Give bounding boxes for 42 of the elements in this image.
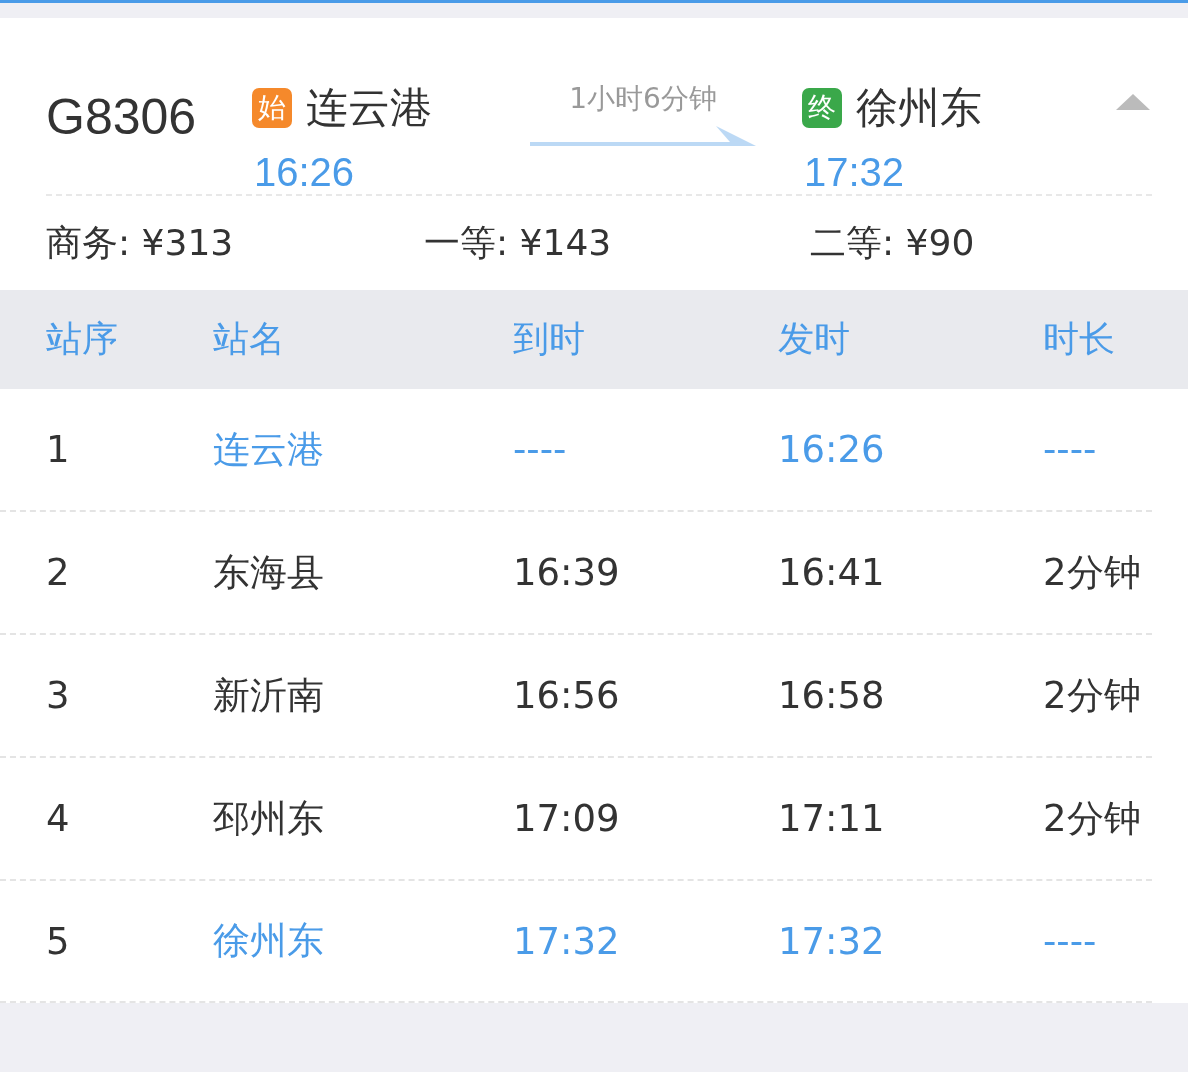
table-cell-text: 邳州东 <box>213 795 324 842</box>
time: 17:32 <box>804 150 906 195</box>
table-cell: 17:32 <box>513 919 620 963</box>
table-cell-text: 2分钟 <box>1043 672 1141 719</box>
column-header: 到时 <box>513 317 586 361</box>
time: 16:26 <box>254 150 356 195</box>
table-cell: 2 <box>46 551 70 594</box>
table-cell: 5 <box>46 919 70 963</box>
table-cell: 17:09 <box>513 797 620 840</box>
table-cell-text: 2分钟 <box>1043 549 1141 596</box>
table-cell: 16:56 <box>513 674 620 717</box>
table-cell: 17:32 <box>778 919 885 963</box>
table-cell-text: 东海县 <box>213 549 324 596</box>
fare: 一等: ¥143 <box>424 220 613 265</box>
fare: 二等: ¥90 <box>810 220 976 265</box>
table-cell: ---- <box>513 428 567 471</box>
table-cell-text: 2分钟 <box>1043 795 1141 842</box>
table-cell: 16:41 <box>778 551 885 594</box>
table-cell-text: 连云港 <box>213 426 324 473</box>
station-name: 徐州东 <box>856 82 982 134</box>
table-cell: 16:26 <box>778 428 885 471</box>
column-header: 站名 <box>213 317 286 361</box>
fare: 商务: ¥313 <box>46 220 235 265</box>
table-cell-text: 新沂南 <box>213 672 324 719</box>
table-cell: 16:39 <box>513 551 620 594</box>
collapse-button[interactable] <box>1114 92 1152 112</box>
train-number: G8306 <box>46 88 198 146</box>
table-cell-text: 徐州东 <box>213 918 324 964</box>
table-cell: 4 <box>46 797 70 840</box>
destination-badge: 终 <box>802 88 842 128</box>
column-header: 发时 <box>778 317 851 361</box>
station-name: 连云港 <box>306 82 432 134</box>
column-header: 时长 <box>1043 317 1116 361</box>
table-cell: 1 <box>46 428 70 471</box>
table-cell: 3 <box>46 674 70 717</box>
table-cell: ---- <box>1043 428 1097 471</box>
trip-duration: 1小时6分钟 <box>569 81 717 117</box>
column-header: 站序 <box>46 317 119 361</box>
table-cell: 17:11 <box>778 797 885 840</box>
table-cell: ---- <box>1043 919 1097 963</box>
origin-badge: 始 <box>252 88 292 128</box>
table-cell: 16:58 <box>778 674 885 717</box>
